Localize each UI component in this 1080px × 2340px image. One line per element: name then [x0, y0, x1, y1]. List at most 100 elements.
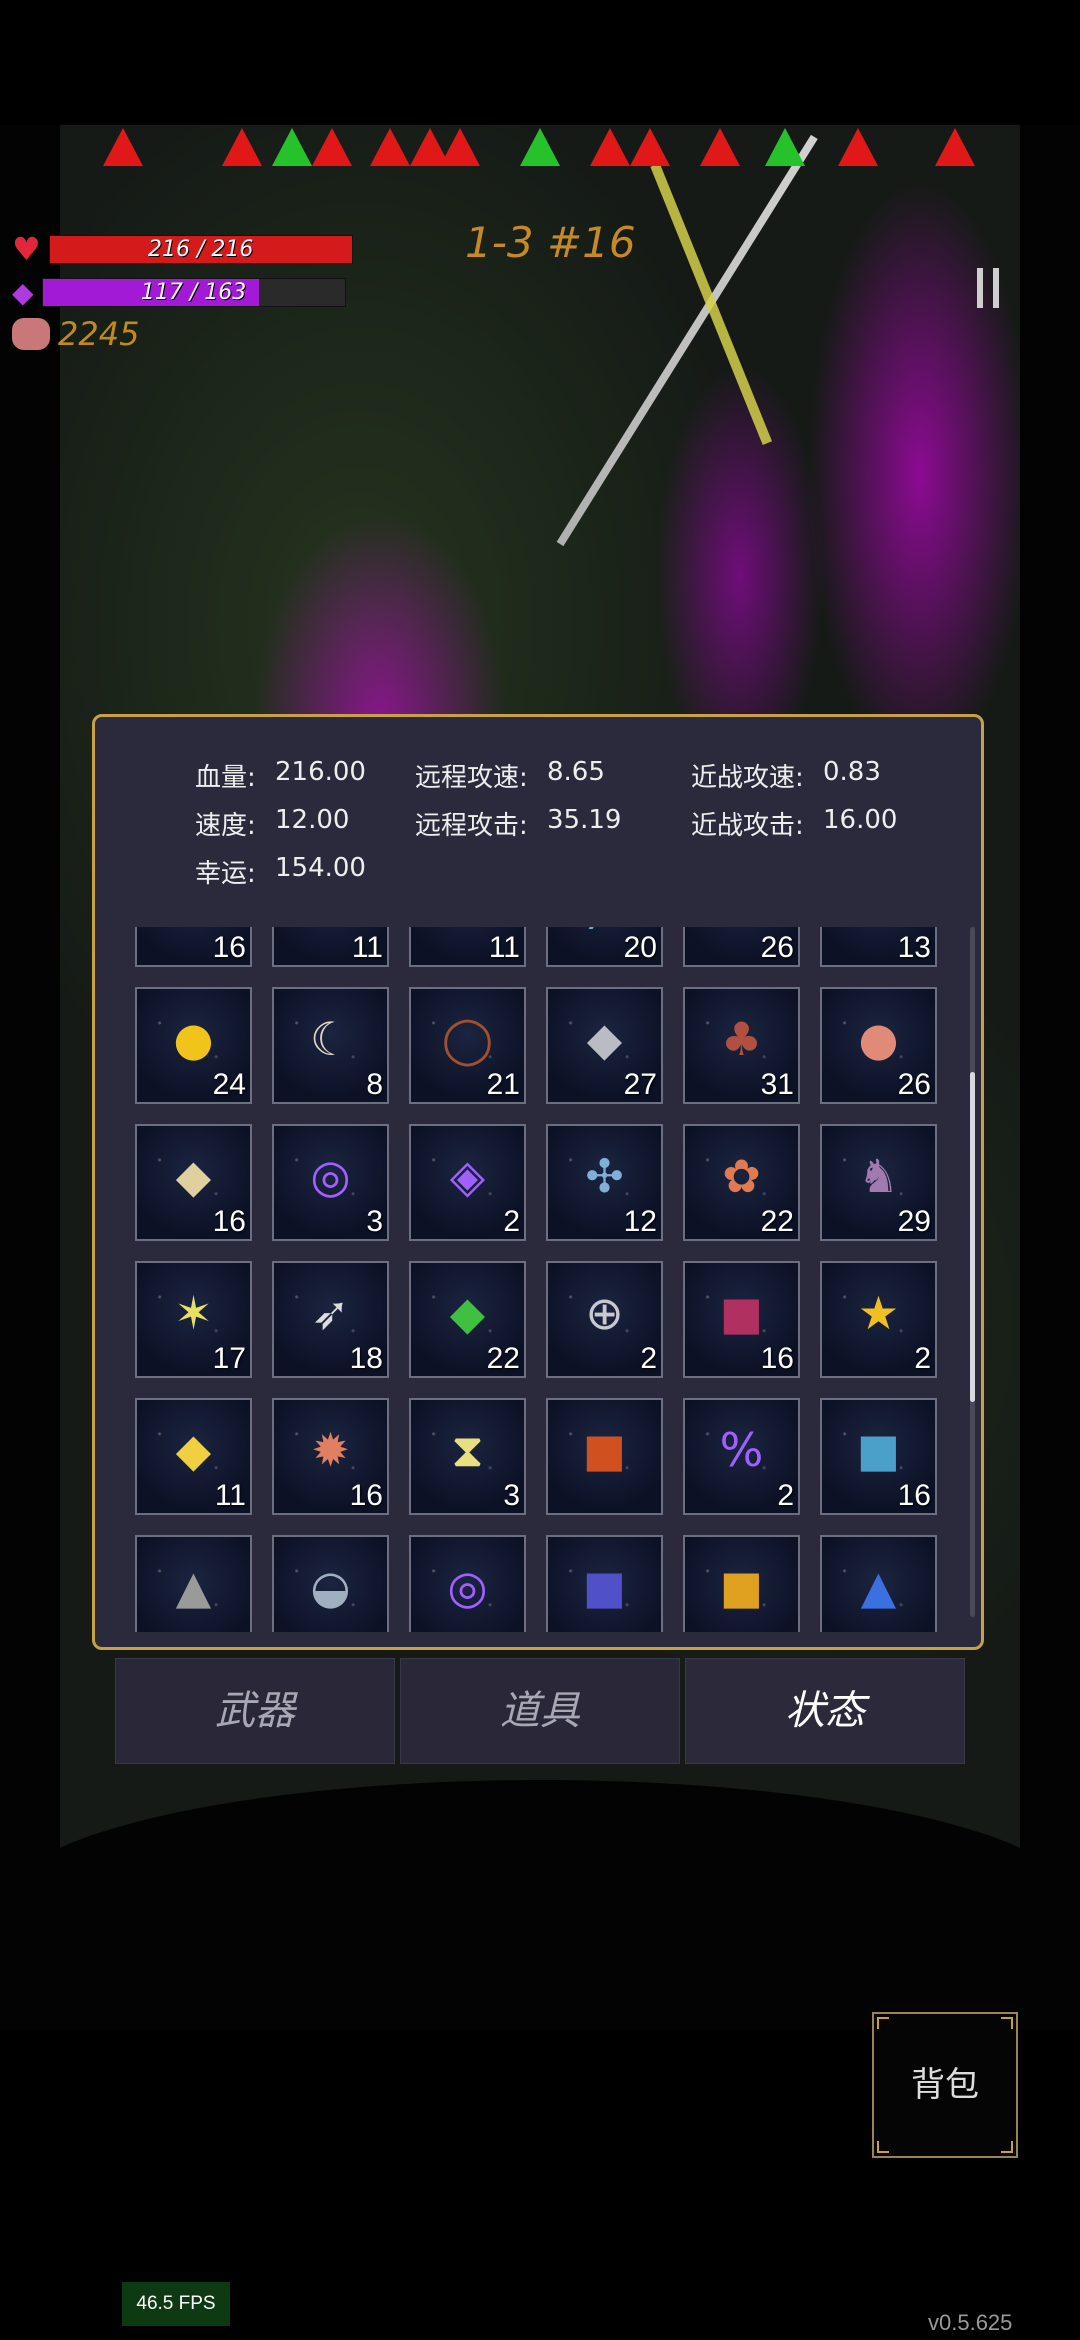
gold-row: 2245 — [12, 315, 139, 353]
mp-bar: 117 / 163 — [41, 278, 346, 307]
thorn-ring-icon: ◯ — [441, 1012, 494, 1066]
item-slot[interactable]: ●11 — [272, 927, 389, 967]
heart-icon: ♥ — [12, 230, 41, 268]
item-slot[interactable]: ■ 16 — [820, 1398, 937, 1515]
scrollbar[interactable] — [970, 927, 975, 1617]
item-slot[interactable]: ◎ 3 — [272, 1124, 389, 1241]
item-slot[interactable]: ■ 16 — [683, 1261, 800, 1378]
stat-row: 幸运: 154.00 — [195, 853, 366, 890]
stat-row: 远程攻速: 8.65 — [415, 757, 605, 794]
stat-row: 远程攻击: 35.19 — [415, 805, 621, 842]
stat-row: 近战攻击: 16.00 — [691, 805, 897, 842]
item-slot[interactable]: ★ 2 — [820, 1261, 937, 1378]
item-count: 16 — [212, 1205, 246, 1238]
item-grid-viewport[interactable]: ⚗16●11♠11╱20∿26■13●24☾8◯21◆27♣31●26◆16◎3… — [135, 927, 973, 1632]
item-slot[interactable]: ■ — [546, 1535, 663, 1632]
item-slot[interactable]: ╱20 — [546, 927, 663, 967]
item-count: 21 — [486, 1068, 520, 1101]
spiral-rune-icon: ◎ — [447, 1560, 488, 1614]
stat-row: 速度: 12.00 — [195, 805, 349, 842]
item-slot[interactable]: ▲ — [135, 1535, 252, 1632]
purple-eye-rune-icon: ◈ — [449, 1149, 486, 1203]
tab-status[interactable]: 状态 — [685, 1658, 965, 1764]
meat-icon: ♣ — [720, 1012, 763, 1066]
seed-pouch-icon: ● — [274, 927, 387, 930]
item-count: 3 — [503, 1479, 520, 1512]
spawn-marker — [700, 128, 740, 166]
item-slot[interactable]: ◈ 2 — [409, 1124, 526, 1241]
pause-icon[interactable] — [975, 268, 1005, 308]
item-slot[interactable]: ■13 — [820, 927, 937, 967]
star-trophy-icon: ★ — [857, 1286, 900, 1340]
item-slot[interactable]: ✿ 22 — [683, 1124, 800, 1241]
item-slot[interactable]: ◆ 11 — [135, 1398, 252, 1515]
fire-tome-icon: ■ — [582, 1423, 627, 1477]
item-slot[interactable]: ➶ 18 — [272, 1261, 389, 1378]
tab-weapons[interactable]: 武器 — [115, 1658, 395, 1764]
item-slot[interactable]: ✹ 16 — [272, 1398, 389, 1515]
bag-button[interactable]: 背包 — [872, 2012, 1018, 2158]
item-slot[interactable]: % 2 — [683, 1398, 800, 1515]
stat-label: 近战攻击: — [691, 811, 804, 841]
item-count: 26 — [760, 931, 794, 964]
item-count: 17 — [212, 1342, 246, 1375]
red-tome-icon: ■ — [719, 1286, 764, 1340]
item-slot[interactable]: ⊕ 2 — [546, 1261, 663, 1378]
item-count: 20 — [623, 931, 657, 964]
item-slot[interactable]: ◆ 27 — [546, 987, 663, 1104]
corner-ornament — [877, 2017, 889, 2029]
item-count: 16 — [212, 931, 246, 964]
yellow-crystal-icon: ◆ — [175, 1423, 212, 1477]
item-slot[interactable]: ◒ — [272, 1535, 389, 1632]
item-count: 16 — [897, 1479, 931, 1512]
item-slot[interactable]: ■ — [546, 1398, 663, 1515]
item-slot[interactable]: ✣ 12 — [546, 1124, 663, 1241]
item-slot[interactable]: ● 26 — [820, 987, 937, 1104]
item-slot[interactable]: ◆ 16 — [135, 1124, 252, 1241]
item-slot[interactable]: ● 24 — [135, 987, 252, 1104]
item-count: 29 — [897, 1205, 931, 1238]
spawn-marker — [838, 128, 878, 166]
dragonfly-icon: ✣ — [585, 1149, 624, 1203]
mp-text: 117 / 163 — [140, 280, 247, 305]
item-slot[interactable]: ⧗ 3 — [409, 1398, 526, 1515]
item-slot[interactable]: ◯ 21 — [409, 987, 526, 1104]
item-slot[interactable]: ♣ 31 — [683, 987, 800, 1104]
item-slot[interactable]: ✶ 17 — [135, 1261, 252, 1378]
item-slot[interactable]: ♠11 — [409, 927, 526, 967]
spawn-marker — [222, 128, 262, 166]
tab-items[interactable]: 道具 — [400, 1658, 680, 1764]
item-slot[interactable]: ◆ 22 — [409, 1261, 526, 1378]
stat-value: 8.65 — [547, 757, 605, 787]
arrow-tome-icon: ■ — [582, 1560, 627, 1614]
spawn-marker — [765, 128, 805, 166]
item-slot[interactable]: ⚗16 — [135, 927, 252, 967]
item-count: 26 — [897, 1068, 931, 1101]
spawn-marker — [630, 128, 670, 166]
green-potion-icon: ⚗ — [137, 927, 250, 930]
percent-rune-icon: % — [719, 1423, 764, 1477]
stat-value: 154.00 — [275, 853, 366, 883]
mp-row: ◆ 117 / 163 — [12, 276, 346, 309]
item-slot[interactable]: ■ — [683, 1535, 800, 1632]
item-count: 3 — [366, 1205, 383, 1238]
gold-ore-icon: ◆ — [175, 1149, 212, 1203]
item-count: 24 — [212, 1068, 246, 1101]
item-count: 2 — [640, 1342, 657, 1375]
stat-label: 速度: — [195, 811, 256, 841]
item-slot[interactable]: ♞ 29 — [820, 1124, 937, 1241]
item-slot[interactable]: ∿26 — [683, 927, 800, 967]
stat-label: 幸运: — [195, 859, 256, 889]
item-count: 11 — [351, 931, 383, 964]
item-slot[interactable]: ▲ — [820, 1535, 937, 1632]
item-slot[interactable]: ☾ 8 — [272, 987, 389, 1104]
star-crystal-icon: ✶ — [174, 1286, 213, 1340]
blue-tome-icon: ■ — [856, 1423, 901, 1477]
version-label: v0.5.625 — [928, 2310, 1013, 2335]
mushroom-icon: ♠ — [411, 927, 524, 930]
stat-value: 216.00 — [275, 757, 366, 787]
spawn-marker — [520, 128, 560, 166]
item-slot[interactable]: ◎ — [409, 1535, 526, 1632]
stat-value: 35.19 — [547, 805, 622, 835]
scrollbar-thumb[interactable] — [970, 1072, 975, 1402]
